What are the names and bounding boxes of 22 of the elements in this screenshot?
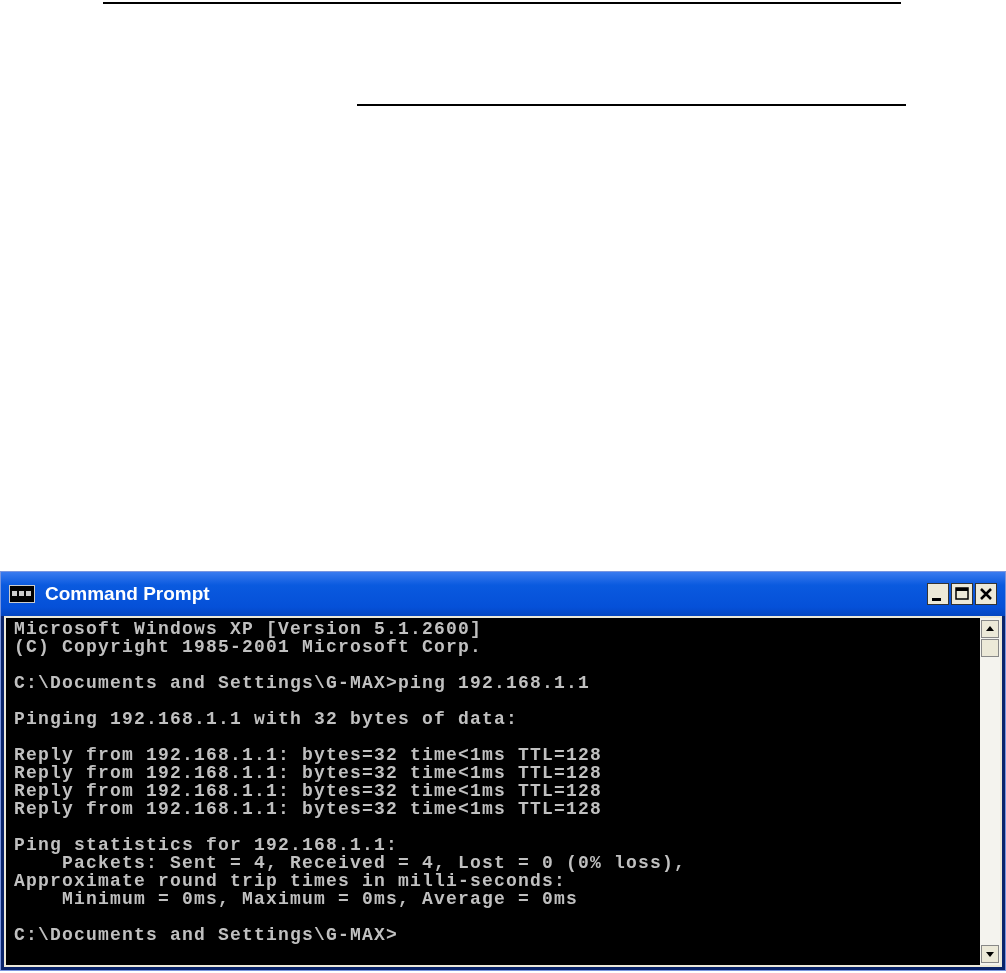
- console-line: Packets: Sent = 4, Received = 4, Lost = 0 (0% loss),: [61, 854, 688, 872]
- maximize-button[interactable]: [951, 583, 973, 605]
- console-line: Pinging 192.168.1.1 with 32 bytes of data:: [14, 710, 520, 728]
- console-line: Reply from 192.168.1.1: bytes=32 time<1ms TTL=128: [14, 746, 604, 764]
- minimize-button[interactable]: [927, 583, 949, 605]
- console-line: Microsoft Windows XP [Version 5.1.2600]: [14, 620, 484, 638]
- scroll-thumb[interactable]: [981, 639, 999, 657]
- console-line: Minimum = 0ms, Maximum = 0ms, Average = 0ms: [62, 890, 580, 908]
- console-line: Ping statistics for 192.168.1.1:: [14, 836, 400, 854]
- console-line: (C) Copyright 1985-2001 Microsoft Corp.: [14, 638, 484, 656]
- console-line: C:\Documents and Settings\G-MAX>ping 192.168.1.1: [14, 674, 592, 692]
- close-button[interactable]: [975, 583, 997, 605]
- scrollbar[interactable]: [980, 618, 1000, 965]
- console-line: C:\Documents and Settings\G-MAX>: [14, 926, 400, 944]
- scroll-down-icon[interactable]: [981, 945, 999, 963]
- console-line: Reply from 192.168.1.1: bytes=32 time<1ms TTL=128: [14, 800, 604, 818]
- console-line: Reply from 192.168.1.1: bytes=32 time<1ms TTL=128: [14, 764, 604, 782]
- scroll-up-icon[interactable]: [981, 620, 999, 638]
- window-title: Command Prompt: [45, 583, 210, 605]
- console-line: Approximate round trip times in milli-seconds:: [14, 872, 568, 890]
- console-line: Reply from 192.168.1.1: bytes=32 time<1ms TTL=128: [14, 782, 604, 800]
- console-icon: [9, 585, 35, 603]
